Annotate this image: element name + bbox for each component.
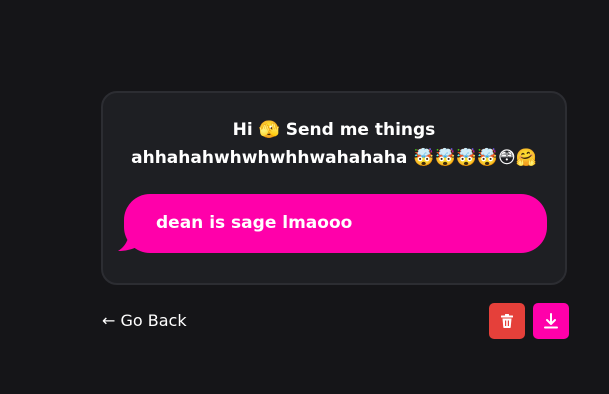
delete-button[interactable]	[489, 303, 525, 339]
message-card: Hi 🫣 Send me things ahhahahwhwhwhhwahaha…	[101, 91, 567, 285]
download-button[interactable]	[533, 303, 569, 339]
trash-icon	[501, 314, 513, 328]
prompt-heading: Hi 🫣 Send me things ahhahahwhwhwhhwahaha…	[131, 120, 537, 168]
go-back-link[interactable]: ← Go Back	[102, 310, 187, 332]
download-icon	[544, 313, 558, 329]
message-bubble: dean is sage lmaooo	[124, 194, 547, 253]
message-text: dean is sage lmaooo	[156, 213, 353, 233]
